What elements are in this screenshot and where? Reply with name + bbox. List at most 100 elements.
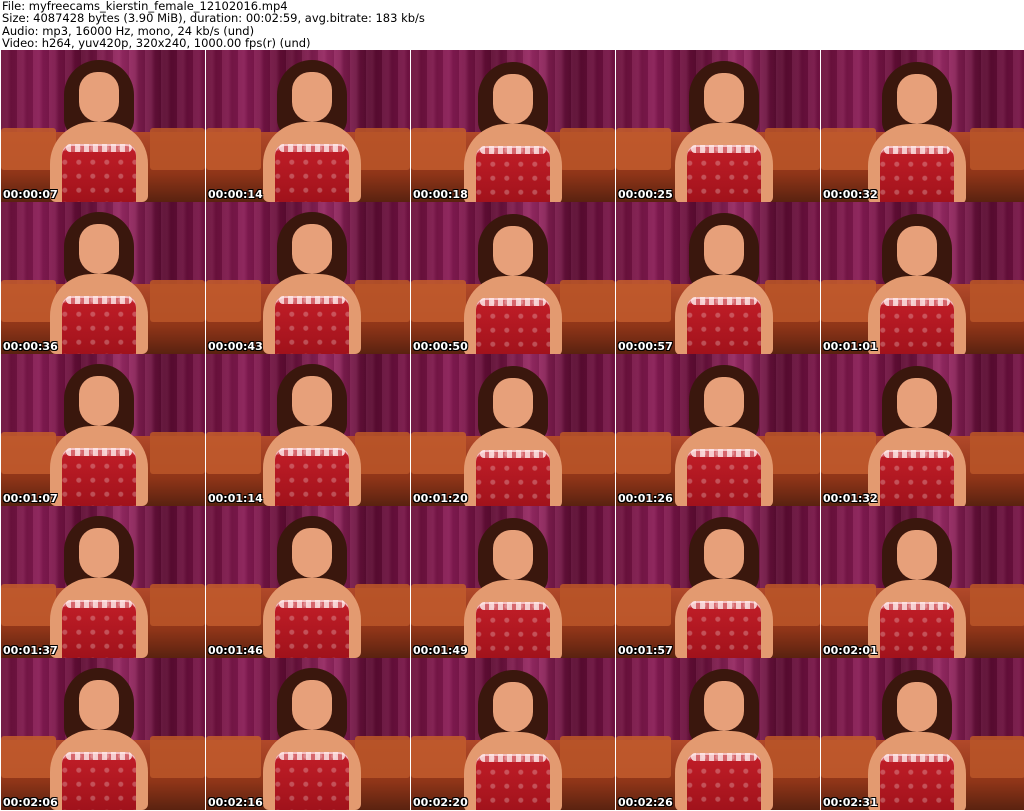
lace-trim (279, 752, 346, 760)
face (292, 72, 333, 122)
red-top (476, 754, 550, 810)
video-thumbnail: 00:01:37 (1, 506, 205, 658)
timestamp-label: 00:00:18 (413, 188, 468, 201)
timestamp-label: 00:01:37 (3, 644, 58, 657)
red-top (275, 448, 350, 506)
lace-trim (480, 602, 546, 610)
person-figure (669, 213, 779, 354)
person-figure (458, 670, 568, 810)
lace-trim (691, 601, 758, 609)
face (704, 529, 745, 579)
face (78, 528, 119, 578)
face (704, 225, 745, 275)
video-thumbnail: 00:01:49 (411, 506, 615, 658)
timestamp-label: 00:00:14 (208, 188, 263, 201)
lace-trim (480, 450, 546, 458)
person-figure (44, 668, 154, 810)
red-top (687, 297, 762, 354)
video-thumbnail: 00:01:32 (821, 354, 1024, 506)
lace-trim (65, 752, 132, 760)
lace-trim (691, 145, 758, 153)
person-figure (44, 60, 154, 202)
face (78, 72, 119, 122)
face (896, 226, 937, 276)
red-top (61, 448, 136, 506)
person-figure (257, 516, 367, 658)
red-top (879, 450, 954, 506)
sofa-cushion-right (150, 432, 205, 474)
red-top (879, 146, 954, 202)
red-top (476, 298, 550, 354)
sofa-cushion-left (616, 280, 671, 322)
sofa-cushion-left (616, 128, 671, 170)
red-top (61, 752, 136, 810)
video-thumbnail: 00:02:06 (1, 658, 205, 810)
red-top (879, 298, 954, 354)
video-thumbnail: 00:02:01 (821, 506, 1024, 658)
face (78, 680, 119, 730)
sofa-cushion-right (970, 432, 1024, 474)
lace-trim (65, 600, 132, 608)
lace-trim (279, 296, 346, 304)
timestamp-label: 00:02:06 (3, 796, 58, 809)
metadata-header: File: myfreecams_kierstin_female_1210201… (0, 0, 1024, 50)
timestamp-label: 00:00:50 (413, 340, 468, 353)
face (493, 682, 533, 732)
face (78, 224, 119, 274)
person-figure (44, 516, 154, 658)
face (292, 376, 333, 426)
sofa-cushion-left (616, 432, 671, 474)
red-top (476, 602, 550, 658)
face (493, 74, 533, 124)
lace-trim (65, 296, 132, 304)
lace-trim (279, 144, 346, 152)
person-figure (257, 364, 367, 506)
person-figure (257, 212, 367, 354)
timestamp-label: 00:02:16 (208, 796, 263, 809)
lace-trim (691, 297, 758, 305)
video-thumbnail: 00:01:07 (1, 354, 205, 506)
timestamp-label: 00:00:32 (823, 188, 878, 201)
sofa-cushion-right (970, 128, 1024, 170)
sofa-cushion-right (970, 280, 1024, 322)
lace-trim (65, 144, 132, 152)
red-top (879, 754, 954, 810)
size-line: Size: 4087428 bytes (3.90 MiB), duration… (2, 11, 425, 26)
sofa-cushion-right (150, 584, 205, 626)
timestamp-label: 00:01:14 (208, 492, 263, 505)
person-figure (862, 670, 972, 810)
face (896, 530, 937, 580)
timestamp-label: 00:00:07 (3, 188, 58, 201)
red-top (476, 146, 550, 202)
face (704, 377, 745, 427)
sofa-cushion-right (560, 128, 615, 170)
video-thumbnail: 00:00:57 (616, 202, 820, 354)
lace-trim (279, 448, 346, 456)
timestamp-label: 00:00:57 (618, 340, 673, 353)
sofa-cushion-right (150, 736, 205, 778)
face (704, 73, 745, 123)
sofa-cushion-left (206, 584, 261, 626)
timestamp-label: 00:01:01 (823, 340, 878, 353)
face (493, 226, 533, 276)
timestamp-label: 00:02:31 (823, 796, 878, 809)
sofa-cushion-left (206, 432, 261, 474)
video-thumbnail: 00:00:07 (1, 50, 205, 202)
lace-trim (883, 602, 950, 610)
thumbnail-grid: 00:00:07 00:00:14 00:00:18 00:00:25 00:00:32… (0, 50, 1024, 811)
face (704, 681, 745, 731)
red-top (687, 753, 762, 810)
face (493, 530, 533, 580)
sofa-cushion-right (560, 280, 615, 322)
person-figure (669, 61, 779, 202)
face (896, 378, 937, 428)
red-top (476, 450, 550, 506)
person-figure (458, 366, 568, 506)
timestamp-label: 00:01:20 (413, 492, 468, 505)
video-line: Video: h264, yuv420p, 320x240, 1000.00 f… (2, 36, 311, 51)
video-thumbnail: 00:01:20 (411, 354, 615, 506)
timestamp-label: 00:01:46 (208, 644, 263, 657)
sofa-cushion-right (150, 280, 205, 322)
person-figure (458, 518, 568, 658)
timestamp-label: 00:00:36 (3, 340, 58, 353)
